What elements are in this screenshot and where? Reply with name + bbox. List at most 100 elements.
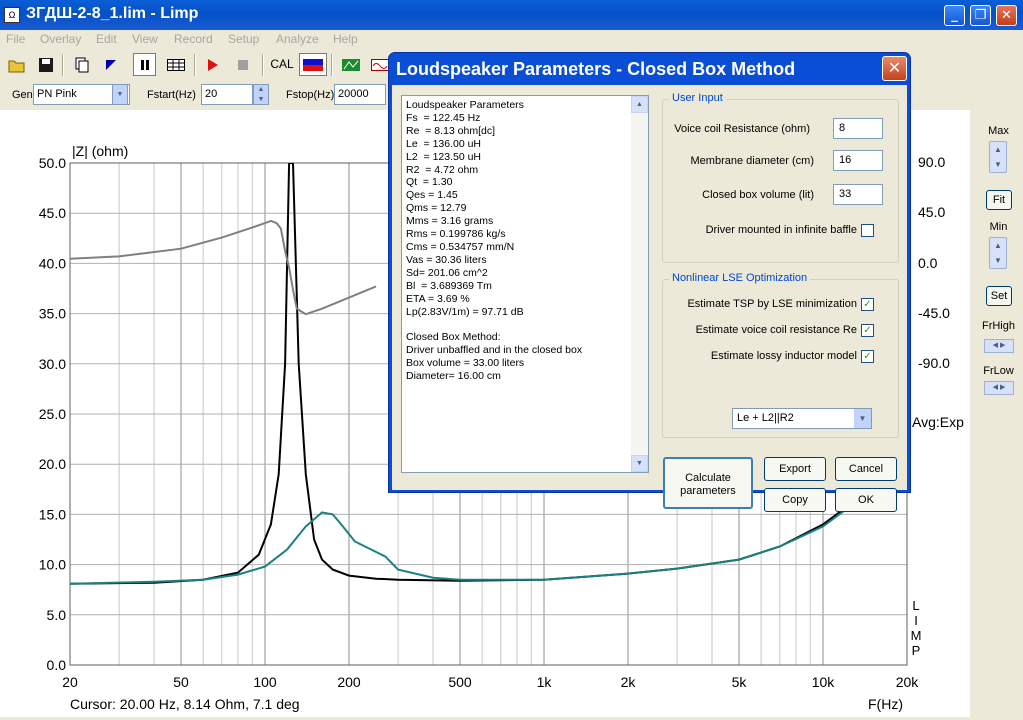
menu-record[interactable]: Record xyxy=(174,32,213,46)
box-volume-input[interactable]: 33 xyxy=(833,184,883,205)
scroll-down-icon[interactable]: ▼ xyxy=(631,455,648,472)
copy-button[interactable]: Copy xyxy=(764,488,826,512)
x-tick-label: 100 xyxy=(253,674,277,690)
side-label-letter: M xyxy=(911,628,922,643)
y2-tick-label: 0.0 xyxy=(918,255,938,271)
x-tick-label: 20k xyxy=(896,674,920,690)
y-tick-label: 30.0 xyxy=(39,356,66,372)
x-tick-label: 1k xyxy=(537,674,553,690)
copy-page-icon[interactable] xyxy=(70,53,93,76)
save-icon[interactable] xyxy=(34,53,57,76)
fstart-input[interactable]: 20 xyxy=(201,84,253,105)
max-label: Max xyxy=(988,125,1009,137)
inductor-model-value: Le + L2||R2 xyxy=(737,412,794,424)
menu-overlay[interactable]: Overlay xyxy=(40,32,81,46)
fstart-spinner[interactable]: ▲ ▼ xyxy=(253,84,269,105)
x-tick-label: 2k xyxy=(621,674,637,690)
side-label-letter: L xyxy=(912,598,919,613)
estimate-re-checkbox[interactable]: ✓ xyxy=(861,324,874,337)
dialog-body: Loudspeaker Parameters Fs = 122.45 Hz Re… xyxy=(392,85,907,512)
x-tick-label: 5k xyxy=(732,674,748,690)
box-volume-label: Closed box volume (lit) xyxy=(702,189,814,201)
record-play-icon[interactable] xyxy=(201,53,224,76)
x-tick-label: 500 xyxy=(448,674,472,690)
frhigh-label: FrHigh xyxy=(981,320,1015,332)
min-spinner[interactable]: ▲ ▼ xyxy=(989,237,1007,269)
menu-file[interactable]: File xyxy=(6,32,25,46)
menu-view[interactable]: View xyxy=(132,32,158,46)
close-button[interactable]: ✕ xyxy=(996,5,1017,26)
set-button[interactable]: Set xyxy=(986,286,1012,306)
toolbar-separator xyxy=(194,54,196,76)
vc-resistance-input[interactable]: 8 xyxy=(833,118,883,139)
menu-analyze[interactable]: Analyze xyxy=(276,32,319,46)
inductor-model-select[interactable]: Le + L2||R2 ▼ xyxy=(732,408,872,429)
y-tick-label: 0.0 xyxy=(47,657,67,673)
menu-bar: File Overlay Edit View Record Setup Anal… xyxy=(0,30,1023,49)
calculate-button[interactable]: Calculate parameters xyxy=(663,457,753,509)
avg-label: Avg:Exp xyxy=(912,414,964,430)
stop-icon[interactable] xyxy=(231,53,254,76)
toolbar-separator xyxy=(331,54,333,76)
cancel-button[interactable]: Cancel xyxy=(835,457,897,481)
membrane-diameter-input[interactable]: 16 xyxy=(833,150,883,171)
title-bar[interactable]: Ω ЗГДШ-2-8_1.lim - Limp _ ❐ ✕ xyxy=(0,0,1023,30)
closed-box-dialog[interactable]: Loudspeaker Parameters - Closed Box Meth… xyxy=(388,52,911,512)
open-icon[interactable] xyxy=(5,53,28,76)
app-window: Ω ЗГДШ-2-8_1.lim - Limp _ ❐ ✕ File Overl… xyxy=(0,0,1023,717)
y2-tick-label: -90.0 xyxy=(918,355,950,371)
chevron-down-icon[interactable]: ▼ xyxy=(854,409,871,428)
ok-button[interactable]: OK xyxy=(835,488,897,512)
cal-button[interactable]: CAL xyxy=(268,53,296,76)
maximize-button[interactable]: ❐ xyxy=(970,5,991,26)
pause-icon[interactable] xyxy=(133,53,156,76)
results-text: Loudspeaker Parameters Fs = 122.45 Hz Re… xyxy=(406,99,583,383)
results-scrollbar[interactable]: ▲ ▼ xyxy=(631,96,648,472)
cursor-icon[interactable] xyxy=(99,53,122,76)
frlow-spinner[interactable]: ◀ ▶ xyxy=(984,381,1014,395)
dialog-title: Loudspeaker Parameters - Closed Box Meth… xyxy=(396,59,796,79)
results-textbox[interactable]: Loudspeaker Parameters Fs = 122.45 Hz Re… xyxy=(401,95,649,473)
side-label-letter: I xyxy=(914,613,918,628)
estimate-re-label: Estimate voice coil resistance Re xyxy=(695,324,857,336)
cursor-readout: Cursor: 20.00 Hz, 8.14 Ohm, 7.1 deg xyxy=(70,696,300,712)
fstop-label: Fstop(Hz) xyxy=(286,89,335,101)
lse-title: Nonlinear LSE Optimization xyxy=(669,272,811,284)
table-icon[interactable] xyxy=(164,53,187,76)
y-tick-label: 40.0 xyxy=(39,255,66,271)
dialog-close-button[interactable]: ✕ xyxy=(882,56,907,81)
frhigh-spinner[interactable]: ◀ ▶ xyxy=(984,339,1014,353)
x-axis-title: F(Hz) xyxy=(868,696,903,712)
x-tick-label: 50 xyxy=(173,674,189,690)
menu-help[interactable]: Help xyxy=(333,32,358,46)
x-tick-label: 200 xyxy=(337,674,361,690)
membrane-diameter-label: Membrane diameter (cm) xyxy=(690,155,814,167)
gen-label: Gen xyxy=(12,89,33,101)
y-tick-label: 45.0 xyxy=(39,205,66,221)
user-input-group: User Input Voice coil Resistance (ohm) 8… xyxy=(662,92,899,263)
fit-button[interactable]: Fit xyxy=(986,190,1012,210)
export-button[interactable]: Export xyxy=(764,457,826,481)
y-tick-label: 35.0 xyxy=(39,306,66,322)
x-tick-label: 10k xyxy=(812,674,836,690)
gen-dropdown-icon[interactable]: ▼ xyxy=(112,84,128,105)
vc-resistance-label: Voice coil Resistance (ohm) xyxy=(674,123,810,135)
estimate-tsp-label: Estimate TSP by LSE minimization xyxy=(687,298,857,310)
min-label: Min xyxy=(989,221,1008,233)
fstop-input[interactable]: 20000 xyxy=(334,84,386,105)
y-tick-label: 10.0 xyxy=(39,557,66,573)
scroll-up-icon[interactable]: ▲ xyxy=(631,96,648,113)
y2-tick-label: -45.0 xyxy=(918,305,950,321)
estimate-tsp-checkbox[interactable]: ✓ xyxy=(861,298,874,311)
app-icon[interactable]: Ω xyxy=(4,7,20,23)
channel-color-icon[interactable] xyxy=(299,53,327,76)
menu-edit[interactable]: Edit xyxy=(96,32,117,46)
overlay-green-icon[interactable] xyxy=(339,53,362,76)
estimate-lossy-checkbox[interactable]: ✓ xyxy=(861,350,874,363)
infinite-baffle-checkbox[interactable] xyxy=(861,224,874,237)
max-spinner[interactable]: ▲ ▼ xyxy=(989,141,1007,173)
toolbar-separator xyxy=(62,54,64,76)
minimize-button[interactable]: _ xyxy=(944,5,965,26)
infinite-baffle-label: Driver mounted in infinite baffle xyxy=(705,224,857,236)
menu-setup[interactable]: Setup xyxy=(228,32,259,46)
